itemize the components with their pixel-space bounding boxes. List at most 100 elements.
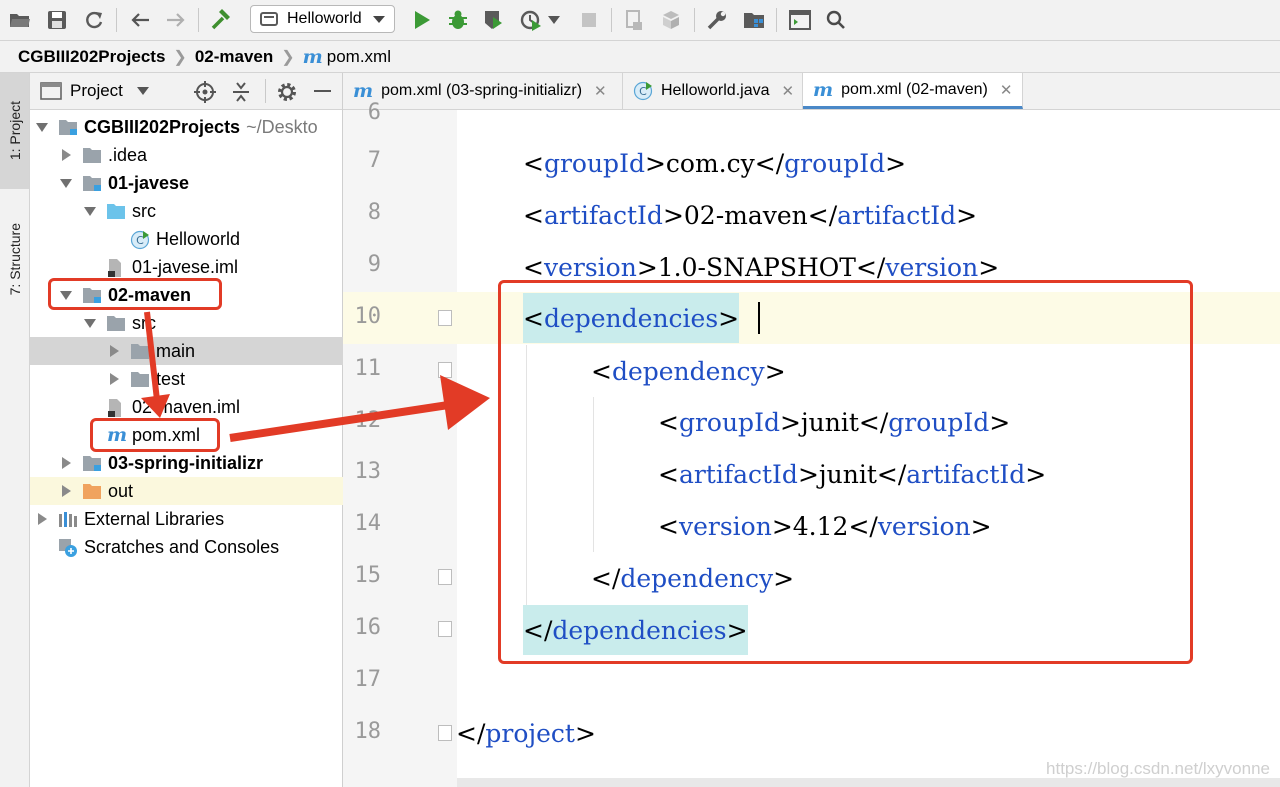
expand-arrow-icon[interactable] — [34, 119, 50, 135]
tree-item-label: Scratches and Consoles — [84, 536, 280, 557]
close-icon[interactable]: ✕ — [594, 82, 607, 100]
expand-arrow-icon[interactable] — [34, 511, 50, 527]
fold-marker-icon[interactable] — [438, 362, 452, 378]
breadcrumb-item-file[interactable]: m pom.xml — [303, 46, 391, 68]
project-structure-icon[interactable] — [740, 6, 768, 34]
close-icon[interactable]: ✕ — [782, 82, 795, 100]
run-config-selector[interactable]: Helloworld — [250, 5, 395, 33]
tool-tab-label: 7: Structure — [6, 222, 23, 296]
chevron-down-icon[interactable] — [136, 87, 149, 95]
fold-marker-icon[interactable] — [438, 569, 452, 585]
back-icon[interactable] — [126, 6, 154, 34]
search-icon[interactable] — [822, 6, 850, 34]
tree-item-label: External Libraries — [84, 508, 225, 529]
tree-item-src[interactable]: src — [30, 309, 394, 337]
stop-icon[interactable] — [575, 6, 603, 34]
coverage-icon[interactable] — [480, 6, 508, 34]
expand-arrow-icon[interactable] — [106, 343, 122, 359]
line-number: 16 — [354, 615, 382, 640]
debug-icon[interactable] — [444, 6, 472, 34]
tree-item-path: ~/Deskto — [246, 116, 318, 137]
build-hammer-icon[interactable] — [207, 6, 235, 34]
tree-item-01-javese[interactable]: 01-javese — [30, 169, 370, 197]
tree-item-label: 03-spring-initializr — [108, 452, 264, 473]
chevron-down-icon — [373, 16, 385, 23]
profile-dropdown-icon[interactable] — [545, 6, 563, 34]
tool-tab-label: 1: Project — [6, 101, 23, 161]
tree-item-idea[interactable]: .idea — [30, 141, 370, 169]
tree-item-label: src — [132, 312, 156, 333]
module-folder-icon — [82, 174, 102, 192]
breadcrumb: CGBIII202Projects ❯ 02-maven ❯ m pom.xml — [0, 41, 1280, 73]
expand-arrow-icon[interactable] — [58, 175, 74, 191]
tree-item-out[interactable]: out — [30, 477, 370, 505]
profile-icon[interactable] — [517, 6, 545, 34]
attach-icon[interactable] — [620, 6, 648, 34]
code-line-7: < groupId > com.cy </groupId > — [523, 148, 907, 178]
fold-marker-icon[interactable] — [438, 310, 452, 326]
project-panel-header: Project — [30, 73, 342, 110]
open-folder-icon[interactable] — [6, 6, 34, 34]
locate-target-icon[interactable] — [194, 81, 216, 103]
collapse-all-icon[interactable] — [230, 81, 252, 103]
module-folder-icon — [58, 118, 78, 136]
tree-item-external-libraries[interactable]: External Libraries — [30, 505, 346, 533]
run-config-label: Helloworld — [287, 10, 362, 27]
editor-tab-bar: m pom.xml (03-spring-initializr) ✕ C Hel… — [343, 73, 1280, 110]
fold-marker-icon[interactable] — [438, 725, 452, 741]
tree-item-project-root[interactable]: CGBIII202Projects ~/Deskto — [30, 113, 346, 141]
line-number: 7 — [367, 148, 381, 173]
libraries-icon — [58, 510, 78, 528]
expand-arrow-icon[interactable] — [58, 455, 74, 471]
breadcrumb-separator-icon: ❯ — [173, 48, 187, 66]
expand-arrow-icon[interactable] — [106, 371, 122, 387]
line-number: 9 — [367, 252, 381, 277]
terminal-icon[interactable] — [786, 6, 814, 34]
expand-arrow-icon[interactable] — [58, 147, 74, 163]
tree-item-01-javese-iml[interactable]: 01-javese.iml — [30, 253, 394, 281]
main-toolbar: Helloworld — [0, 0, 1280, 41]
expand-arrow-icon[interactable] — [82, 315, 98, 331]
svg-text:C: C — [136, 234, 144, 247]
tab-label: Helloworld.java — [661, 82, 770, 99]
tab-pom-02-maven[interactable]: m pom.xml (02-maven) ✕ — [803, 73, 1023, 109]
settings-wrench-icon[interactable] — [703, 6, 731, 34]
tool-tab-structure[interactable]: 7: Structure — [0, 199, 29, 319]
tree-item-src[interactable]: src — [30, 197, 394, 225]
expand-arrow-icon[interactable] — [58, 483, 74, 499]
forward-icon[interactable] — [162, 6, 190, 34]
run-icon[interactable] — [408, 6, 436, 34]
tab-pom-03-spring[interactable]: m pom.xml (03-spring-initializr) ✕ — [343, 73, 623, 109]
save-icon[interactable] — [43, 6, 71, 34]
module-folder-icon — [82, 454, 102, 472]
code-line-8: < artifactId >02-maven </artifactId > — [523, 200, 978, 230]
breadcrumb-label: pom.xml — [326, 46, 391, 66]
horizontal-scrollbar[interactable] — [457, 778, 1280, 787]
maven-file-icon: m — [813, 78, 834, 101]
iml-file-icon — [106, 258, 126, 277]
expand-arrow-icon[interactable] — [82, 203, 98, 219]
left-tool-strip: 1: Project 7: Structure — [0, 73, 30, 787]
tab-helloworld-java[interactable]: C Helloworld.java ✕ — [623, 73, 803, 109]
tree-item-scratches[interactable]: Scratches and Consoles — [30, 533, 346, 561]
fold-marker-icon[interactable] — [438, 621, 452, 637]
deploy-icon[interactable] — [657, 6, 685, 34]
folder-icon — [130, 370, 150, 388]
project-view-icon — [40, 82, 62, 100]
java-class-icon: C — [130, 230, 150, 250]
minimize-icon[interactable] — [314, 90, 331, 92]
annotation-box-02-maven — [48, 278, 222, 310]
excluded-folder-icon — [82, 482, 102, 500]
tree-item-02-maven-iml[interactable]: 02-maven.iml — [30, 393, 394, 421]
breadcrumb-item-project[interactable]: CGBIII202Projects — [18, 47, 165, 67]
tree-item-03-spring-initializr[interactable]: 03-spring-initializr — [30, 449, 370, 477]
sync-icon[interactable] — [80, 6, 108, 34]
folder-icon — [82, 146, 102, 164]
gear-icon[interactable] — [276, 81, 298, 103]
scratches-icon — [58, 538, 78, 557]
tab-label: pom.xml (03-spring-initializr) — [381, 82, 583, 99]
breadcrumb-item-module[interactable]: 02-maven — [195, 47, 273, 67]
tool-tab-project[interactable]: 1: Project — [0, 73, 29, 189]
project-view-selector[interactable]: Project — [70, 81, 123, 101]
close-icon[interactable]: ✕ — [1000, 81, 1013, 99]
